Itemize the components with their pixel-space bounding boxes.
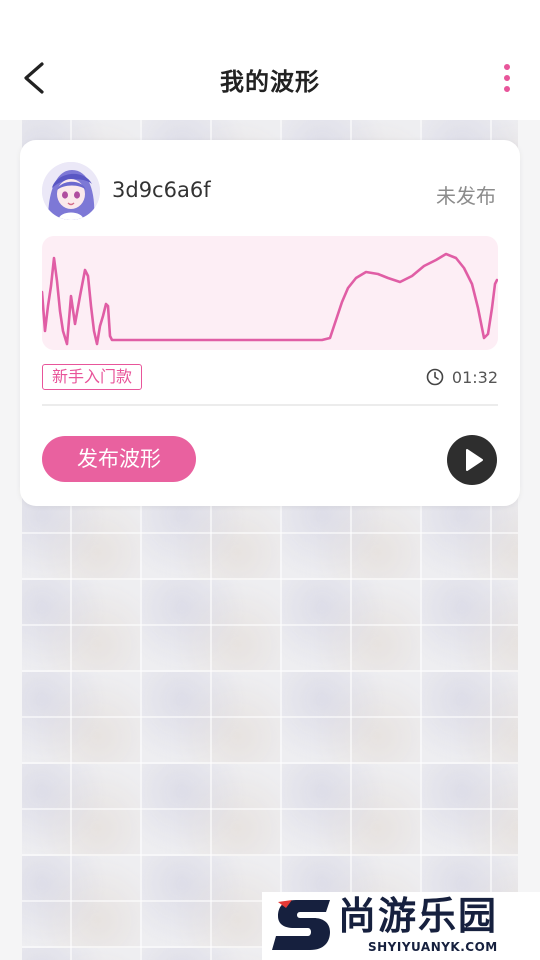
waveform-line	[42, 252, 498, 346]
waveform-card: 3d9c6a6f 未发布 新手入门款 01:32 发布波形	[20, 140, 520, 506]
username: 3d9c6a6f	[112, 178, 211, 202]
s-logo-icon	[272, 900, 330, 950]
page-title: 我的波形	[220, 68, 320, 96]
anime-avatar-image	[42, 162, 100, 220]
play-icon	[466, 449, 483, 471]
waveform-preview	[42, 236, 498, 350]
difficulty-tag: 新手入门款	[42, 364, 143, 390]
site-watermark: 尚游乐园 SHYIYUANYK.COM	[262, 892, 540, 960]
duration-info: 01:32	[426, 366, 498, 388]
publish-waveform-button[interactable]: 发布波形	[42, 436, 196, 482]
vertical-dots-icon	[504, 64, 510, 70]
background-edge-left	[0, 120, 22, 960]
watermark-text: 尚游乐园	[338, 894, 499, 938]
divider	[42, 404, 498, 406]
clock-icon	[426, 368, 444, 386]
publish-status: 未发布	[436, 184, 496, 208]
header-bar: 我的波形	[0, 0, 540, 120]
play-button[interactable]	[447, 435, 497, 485]
more-options-button[interactable]	[500, 64, 514, 92]
watermark-url: SHYIYUANYK.COM	[368, 940, 498, 954]
background-edge-right	[518, 120, 540, 960]
avatar[interactable]	[42, 162, 100, 220]
duration-text: 01:32	[451, 367, 498, 387]
